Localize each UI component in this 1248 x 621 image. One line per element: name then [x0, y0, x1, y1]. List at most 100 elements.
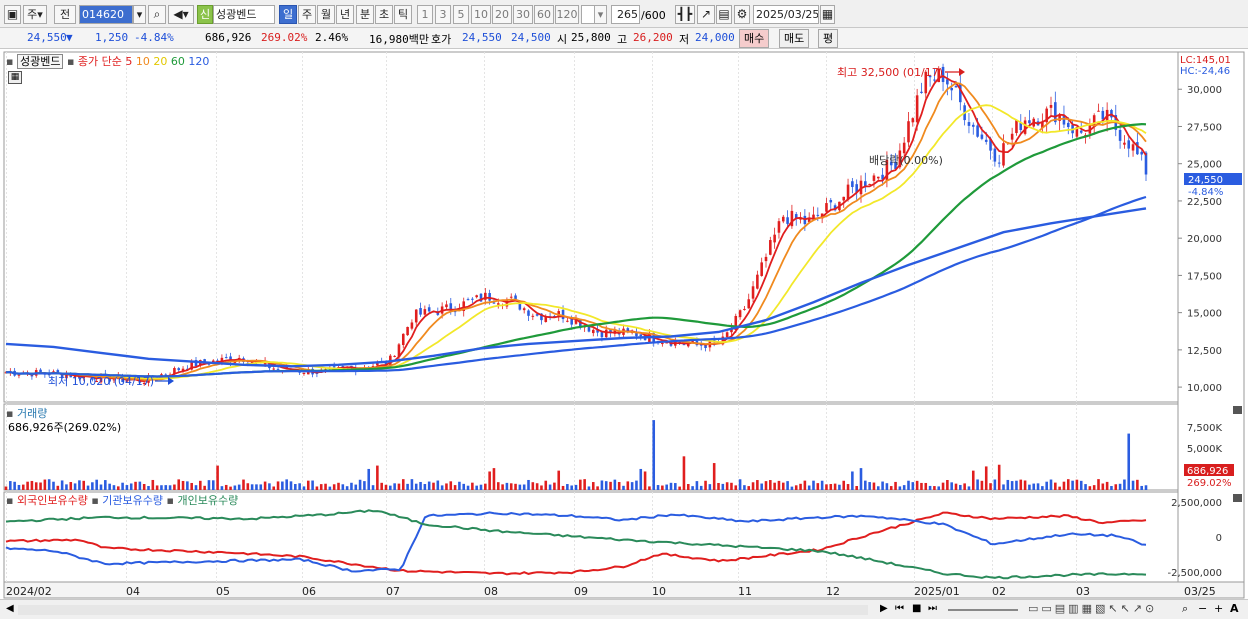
price-y-tick-label: 12,500 [1187, 346, 1222, 357]
individual-holding-label[interactable]: 개인보유수량 [177, 494, 238, 507]
volume-bar [168, 485, 172, 490]
stock-code-input[interactable]: 014620 [79, 5, 133, 24]
tool-icons[interactable]: ▭▭▤▥▦▧↖↖↗⊙ [1028, 602, 1157, 615]
mode-dropdown[interactable]: 주▾ [23, 5, 47, 24]
volume-bar [950, 482, 953, 490]
sell-button[interactable]: 매도 [779, 29, 810, 48]
volume-bar [427, 481, 431, 490]
buy-button[interactable]: 매수 [739, 29, 770, 48]
chart-toolbar: ▣ 주▾ 전 014620 ▾ ⌕ ◀▾ 신 성광벤드 일 주 월 년 분 초 … [0, 0, 1248, 28]
volume-bar [13, 481, 16, 490]
gear-icon[interactable]: ⚙ [734, 5, 750, 24]
period-minute-tab[interactable]: 분 [356, 5, 374, 24]
volume-bar [358, 479, 362, 490]
holding-close-icon[interactable] [1233, 494, 1242, 502]
x-axis-label: 05 [216, 585, 230, 598]
volume-bar [777, 480, 781, 490]
volume-bar [708, 484, 712, 490]
chart-canvas[interactable]: 30,000 27,500 25,000 22,500 20,000 17,500 15,0… [0, 50, 1248, 621]
count-input[interactable]: 265 [611, 5, 640, 24]
period-month-tab[interactable]: 월 [317, 5, 335, 24]
volume-bar [691, 486, 694, 490]
chart-area[interactable]: 30,000 27,500 25,000 22,500 20,000 17,500 15,0… [0, 50, 1248, 621]
average-button[interactable]: 평 [818, 29, 839, 48]
candle-body [600, 331, 604, 338]
volume-bar [1049, 479, 1053, 490]
minute-60-button[interactable]: 60 [534, 5, 554, 24]
volume-bar [65, 484, 68, 490]
candle-body [872, 175, 876, 181]
candle-body [466, 299, 470, 301]
period-year-tab[interactable]: 년 [336, 5, 354, 24]
save-icon[interactable]: ▤ [716, 5, 732, 24]
volume-bar [596, 486, 599, 490]
candle-body [1118, 130, 1122, 141]
indicator-name[interactable]: 성광벤드 [16, 54, 64, 69]
speaker-icon[interactable]: ◀▾ [168, 5, 194, 24]
candle-body [561, 309, 565, 320]
minute-10-button[interactable]: 10 [471, 5, 491, 24]
stock-name-field[interactable]: 성광벤드 [213, 5, 275, 24]
candle-body [743, 308, 746, 310]
x-axis-label: 08 [484, 585, 498, 598]
dividend-annotation: 배당락(0.00%) [869, 154, 943, 167]
calendar-icon[interactable]: ▦ [820, 5, 835, 24]
low-price: 24,000 [695, 31, 735, 44]
volume-bar [26, 481, 29, 490]
volume-bar [604, 481, 608, 490]
ask-price: 24,550 [462, 31, 502, 44]
table-view-icon[interactable]: ▦ [8, 71, 22, 84]
volume-bar [540, 485, 543, 490]
prev-button[interactable]: 전 [54, 5, 76, 24]
interval-dropdown-arrow[interactable]: ▾ [594, 5, 607, 24]
minute-120-button[interactable]: 120 [555, 5, 579, 24]
scroll-right-icon[interactable]: ▶ [880, 603, 888, 614]
candle-body [224, 357, 228, 359]
volume-close-icon[interactable] [1233, 406, 1242, 414]
candle-body [907, 121, 910, 143]
x-axis-frame [3, 581, 1245, 599]
minute-30-button[interactable]: 30 [513, 5, 533, 24]
period-week-tab[interactable]: 주 [298, 5, 316, 24]
zoom-slider[interactable] [948, 609, 1018, 611]
institution-holding-label[interactable]: 기관보유수량 [102, 494, 163, 507]
drawing-tool-icon[interactable]: ↗ [697, 5, 715, 24]
search-icon[interactable]: ⌕ [148, 5, 166, 24]
volume-bar [440, 485, 444, 490]
volume-bar [319, 484, 323, 490]
volume-bar [1123, 479, 1126, 490]
foreign-holding-label[interactable]: 외국인보유수량 [17, 494, 88, 507]
stop-icon[interactable]: ■ [912, 603, 921, 614]
zoom-in-icon[interactable]: + [1214, 602, 1223, 615]
volume-bar [401, 479, 405, 490]
date-input[interactable]: 2025/03/25 [753, 5, 819, 24]
candle-type-icon[interactable]: ┫┣ [675, 5, 695, 24]
code-dropdown-arrow[interactable]: ▾ [133, 5, 146, 24]
period-day-tab[interactable]: 일 [279, 5, 297, 24]
candle-body [777, 221, 781, 233]
volume-bar [423, 484, 427, 490]
volume-bar [574, 484, 578, 490]
volume-bar [21, 484, 25, 490]
scroll-left-icon[interactable]: ◀ [6, 603, 14, 614]
zoom-out-icon[interactable]: − [1198, 602, 1207, 615]
minute-20-button[interactable]: 20 [492, 5, 512, 24]
volume-bar [95, 479, 98, 490]
volume-ratio-tag: 269.02% [1187, 478, 1232, 489]
horizontal-scrollbar[interactable] [18, 605, 868, 615]
minute-3-button[interactable]: 3 [435, 5, 451, 24]
volume-bar [108, 483, 111, 490]
minute-1-button[interactable]: 1 [417, 5, 433, 24]
play-icon[interactable]: ⏭ [928, 603, 937, 614]
open-price: 25,800 [571, 31, 611, 44]
rewind-icon[interactable]: ⏮ [895, 603, 904, 614]
minute-5-button[interactable]: 5 [453, 5, 469, 24]
period-tick-tab[interactable]: 틱 [394, 5, 412, 24]
candle-body [769, 240, 772, 255]
candle-body [39, 369, 42, 373]
period-second-tab[interactable]: 초 [375, 5, 393, 24]
candle-body [997, 162, 1001, 164]
window-menu-icon[interactable]: ▣ [4, 5, 21, 24]
font-size-icon[interactable]: A [1230, 602, 1239, 615]
zoom-search-icon[interactable]: ⌕ [1182, 602, 1188, 616]
